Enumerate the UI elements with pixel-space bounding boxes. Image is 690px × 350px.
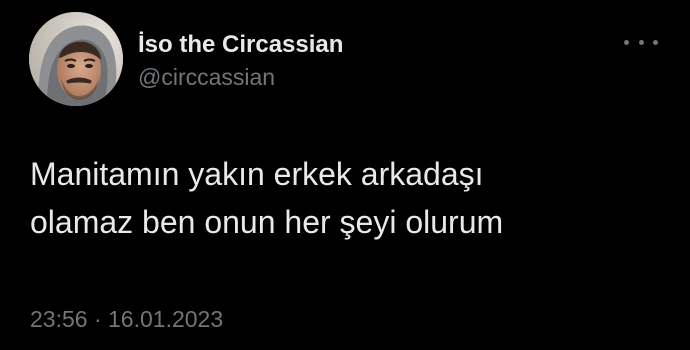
more-dot [638,39,644,45]
avatar[interactable] [29,12,123,106]
tweet-time: 23:56 [30,306,88,332]
tweet-text-line: olamaz ben onun her şeyi olurum [30,204,504,240]
more-options-icon[interactable] [624,32,658,52]
author-handle[interactable]: @circcassian [138,64,275,91]
author-display-name[interactable]: İso the Circassian [138,31,343,59]
tweet-card: İso the Circassian @circcassian Manitamı… [0,0,690,350]
tweet-timestamp[interactable]: 23:56 · 16.01.2023 [30,306,223,333]
tweet-date: 16.01.2023 [108,306,224,332]
timestamp-separator: · [93,306,102,332]
more-dot [624,39,629,45]
avatar-photo [29,12,123,106]
tweet-text: Manitamın yakın erkek arkadaşı olamaz be… [30,150,650,246]
tweet-text-line: Manitamın yakın erkek arkadaşı [30,156,484,192]
more-dot [653,39,658,45]
